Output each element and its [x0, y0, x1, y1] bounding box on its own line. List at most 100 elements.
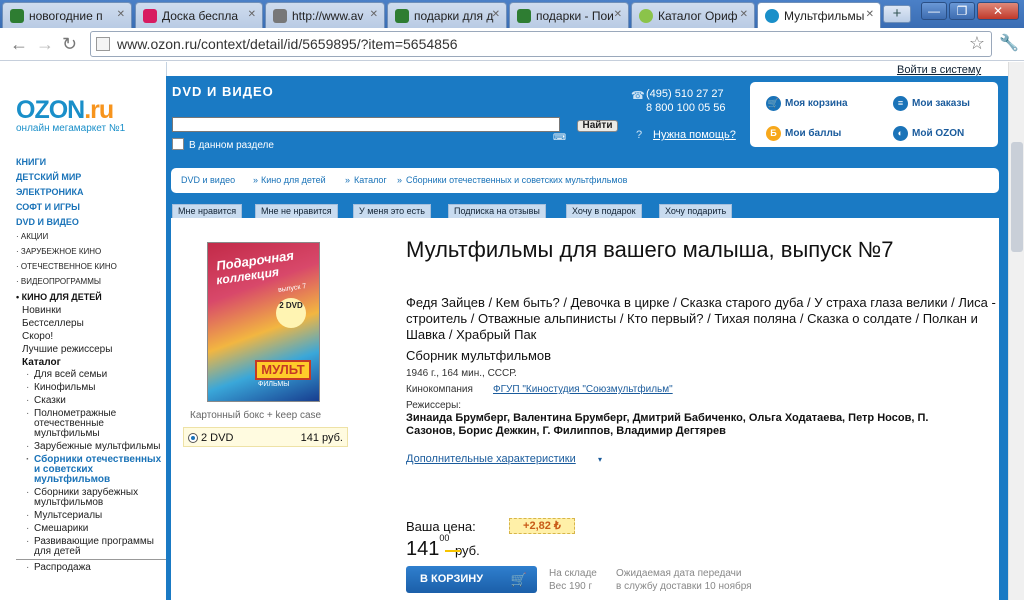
nav-item-bestsellers[interactable]: Бестселлеры	[16, 318, 166, 331]
breadcrumb-item[interactable]: Каталог	[354, 175, 387, 185]
nav-item-soon[interactable]: Скоро!	[16, 331, 166, 344]
nav-leaf[interactable]: Полнометражные отечественные мультфильмы	[16, 409, 166, 439]
phone-number: (495) 510 27 27	[646, 88, 724, 100]
nav-current-kids-cinema[interactable]: • КИНО ДЛЯ ДЕТЕЙ	[16, 292, 166, 305]
my-orders-link[interactable]: ≡ Мои заказы	[893, 96, 970, 111]
maximize-button[interactable]: ❐	[949, 2, 975, 20]
address-url[interactable]: www.ozon.ru/context/detail/id/5659895/?i…	[117, 36, 458, 52]
browser-tab-active[interactable]: Мультфильмы ✕	[757, 2, 881, 29]
section-title: DVD И ВИДЕО	[172, 84, 274, 99]
wrench-icon[interactable]: 🔧	[999, 33, 1019, 53]
web-page: Войти в систему OZON.ru онлайн мегамарке…	[0, 62, 1024, 600]
nav-leaf[interactable]: Сказки	[16, 396, 166, 407]
nav-electronics[interactable]: ЭЛЕКТРОНИКА	[16, 187, 166, 202]
ozon-favicon-icon	[765, 9, 779, 23]
page-scrollbar[interactable]	[1008, 62, 1024, 600]
my-points-link[interactable]: Б Мои баллы	[766, 126, 841, 141]
browser-tab[interactable]: Каталог Ориф ✕	[631, 2, 755, 28]
ozon-logo[interactable]: OZON.ru	[16, 96, 114, 125]
breadcrumb-separator: »	[345, 175, 351, 185]
bookmark-star-icon[interactable]: ☆	[969, 33, 985, 54]
browser-tab[interactable]: подарки для д ✕	[387, 2, 507, 28]
tab-have-it[interactable]: У меня это есть	[353, 204, 431, 218]
new-tab-button[interactable]: +	[883, 5, 911, 23]
back-arrow-icon[interactable]: ←	[10, 34, 28, 55]
tab-close-icon[interactable]: ✕	[614, 9, 622, 20]
nav-leaf[interactable]: Мультсериалы	[16, 511, 166, 522]
tab-close-icon[interactable]: ✕	[248, 9, 256, 20]
price: 14100 руб.	[406, 533, 480, 561]
nav-item-directors[interactable]: Лучшие режиссеры	[16, 344, 166, 357]
nav-soft-games[interactable]: СОФТ И ИГРЫ	[16, 202, 166, 217]
nav-books[interactable]: КНИГИ	[16, 157, 166, 172]
add-to-cart-button[interactable]: В КОРЗИНУ 🛒	[406, 566, 537, 593]
browser-tab[interactable]: http://www.av ✕	[265, 2, 385, 28]
tab-close-icon[interactable]: ✕	[370, 9, 378, 20]
cover-caption: Картонный бокс + keep case	[190, 410, 322, 421]
nav-leaf[interactable]: Кинофильмы	[16, 383, 166, 394]
breadcrumb-item[interactable]: Сборники отечественных и советских мульт…	[406, 175, 627, 185]
address-bar[interactable]: www.ozon.ru/context/detail/id/5659895/?i…	[90, 31, 992, 57]
nav-leaf[interactable]: Зарубежные мультфильмы	[16, 442, 166, 453]
forward-arrow-icon[interactable]: →	[36, 34, 54, 55]
nav-kids[interactable]: ДЕТСКИЙ МИР	[16, 172, 166, 187]
nav-leaf[interactable]: Смешарики	[16, 524, 166, 535]
tab-close-icon[interactable]: ✕	[740, 9, 748, 20]
keyboard-icon[interactable]: ⌨	[553, 132, 566, 143]
ozon-icon: ◐	[893, 126, 908, 141]
phone-number: 8 800 100 05 56	[646, 102, 726, 114]
nav-leaf[interactable]: Для всей семьи	[16, 370, 166, 381]
tab-label: Каталог Ориф	[658, 9, 738, 23]
tab-want-gift[interactable]: Хочу в подарок	[566, 204, 642, 218]
browser-tab[interactable]: подарки - Пои ✕	[509, 2, 629, 28]
variant-option[interactable]: 2 DVD 141 руб.	[183, 427, 348, 447]
nav-leaf-selected[interactable]: Сборники отечественных и советских мульт…	[16, 455, 166, 485]
tab-dislike[interactable]: Мне не нравится	[255, 204, 338, 218]
tab-label: подарки - Пои	[536, 9, 614, 23]
oriflame-favicon-icon	[639, 9, 653, 23]
browser-tab[interactable]: Доска беспла ✕	[135, 2, 263, 28]
nav-sub-promo[interactable]: · АКЦИИ	[16, 232, 166, 247]
orders-icon: ≡	[893, 96, 908, 111]
scrollbar-thumb[interactable]	[1011, 142, 1023, 252]
cover-badge: 2 DVD	[276, 298, 306, 328]
studio-link[interactable]: ФГУП "Киностудия "Союзмультфильм"	[493, 384, 673, 395]
browser-tab[interactable]: новогодние п ✕	[2, 2, 132, 28]
tab-give-gift[interactable]: Хочу подарить	[659, 204, 733, 218]
product-cover-image[interactable]: Подарочная коллекция выпуск 7 2 DVD МУЛЬ…	[207, 242, 320, 402]
tab-close-icon[interactable]: ✕	[492, 9, 500, 20]
nav-sub-foreign-cinema[interactable]: · ЗАРУБЕЖНОЕ КИНО	[16, 247, 166, 262]
my-cart-link[interactable]: 🛒 Моя корзина	[766, 96, 848, 111]
nav-item-new[interactable]: Новинки	[16, 305, 166, 318]
my-ozon-link[interactable]: ◐ Мой OZON	[893, 126, 964, 141]
in-section-checkbox[interactable]	[172, 138, 184, 150]
search-input[interactable]	[172, 117, 560, 132]
google-favicon-icon	[10, 9, 24, 23]
breadcrumb-item[interactable]: DVD и видео	[181, 175, 235, 185]
tab-like[interactable]: Мне нравится	[172, 204, 243, 218]
nav-leaf[interactable]: Распродажа	[16, 563, 166, 574]
more-characteristics-link[interactable]: Дополнительные характеристики	[406, 453, 576, 465]
nav-sub-domestic-cinema[interactable]: · ОТЕЧЕСТВЕННОЕ КИНО	[16, 262, 166, 277]
search-button[interactable]: Найти	[577, 120, 618, 132]
nav-leaf[interactable]: Сборники зарубежных мультфильмов	[16, 488, 166, 508]
in-section-label: В данном разделе	[189, 140, 274, 151]
nav-dvd-video[interactable]: DVD И ВИДЕО	[16, 217, 166, 232]
reload-icon[interactable]: ↻	[62, 34, 77, 55]
google-favicon-icon	[395, 9, 409, 23]
nav-leaf[interactable]: Развивающие программы для детей	[16, 537, 166, 560]
tab-close-icon[interactable]: ✕	[866, 9, 874, 20]
variant-radio[interactable]	[188, 433, 198, 443]
minimize-button[interactable]: —	[921, 2, 947, 20]
help-link[interactable]: Нужна помощь?	[653, 129, 736, 141]
close-window-button[interactable]: ✕	[977, 2, 1019, 20]
tab-subscribe[interactable]: Подписка на отзывы	[448, 204, 546, 218]
product-year: 1946 г., 164 мин., СССР.	[406, 368, 517, 379]
breadcrumb-item[interactable]: Кино для детей	[261, 175, 326, 185]
avito-favicon-icon	[143, 9, 157, 23]
nav-sub-videoprograms[interactable]: · ВИДЕОПРОГРАММЫ	[16, 277, 166, 292]
chevron-down-icon[interactable]: ▾	[598, 455, 602, 464]
login-link[interactable]: Войти в систему	[897, 64, 981, 76]
tab-close-icon[interactable]: ✕	[117, 9, 125, 20]
price-main: 141	[406, 538, 440, 560]
